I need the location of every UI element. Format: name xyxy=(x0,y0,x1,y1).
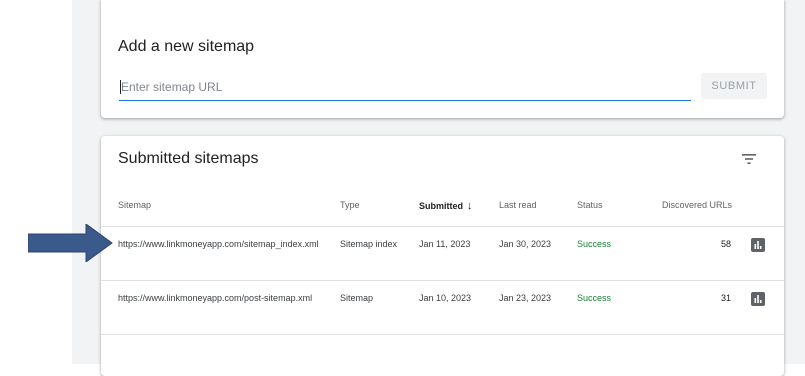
submitted-sitemaps-card: Submitted sitemaps Sitemap Type Submitte… xyxy=(101,136,784,376)
table-divider xyxy=(101,334,784,336)
discovered-urls-count: 58 xyxy=(720,239,731,249)
arrow-right-icon xyxy=(28,224,113,262)
column-header-type[interactable]: Type xyxy=(340,200,360,210)
column-header-status[interactable]: Status xyxy=(577,200,603,210)
column-header-last-read[interactable]: Last read xyxy=(499,200,537,210)
column-header-sitemap[interactable]: Sitemap xyxy=(118,200,151,210)
last-read-date: Jan 23, 2023 xyxy=(499,293,552,303)
status-text: Success xyxy=(577,239,612,249)
submitted-sitemaps-title: Submitted sitemaps xyxy=(118,150,259,167)
discovered-urls-count: 31 xyxy=(720,293,731,303)
column-header-submitted-label: Submitted xyxy=(419,201,463,211)
submitted-date: Jan 10, 2023 xyxy=(419,293,472,303)
filter-icon[interactable] xyxy=(741,152,757,166)
sitemap-url-input[interactable] xyxy=(119,76,691,101)
bar-chart-icon[interactable] xyxy=(751,292,765,306)
submitted-date: Jan 11, 2023 xyxy=(419,239,471,249)
arrow-down-icon: ↓ xyxy=(467,200,473,212)
table-row[interactable]: https://www.linkmoneyapp.com/post-sitema… xyxy=(101,280,784,335)
last-read-date: Jan 30, 2023 xyxy=(499,239,552,249)
bar-chart-icon[interactable] xyxy=(751,238,765,252)
table-row[interactable]: https://www.linkmoneyapp.com/sitemap_ind… xyxy=(101,226,784,281)
sitemap-url: https://www.linkmoneyapp.com/sitemap_ind… xyxy=(118,239,319,249)
add-sitemap-title: Add a new sitemap xyxy=(118,38,255,55)
add-sitemap-card: Add a new sitemap SUBMIT xyxy=(101,0,784,118)
column-header-discovered-urls[interactable]: Discovered URLs xyxy=(662,200,732,210)
column-header-submitted[interactable]: Submitted ↓ xyxy=(419,200,473,212)
sitemap-url: https://www.linkmoneyapp.com/post-sitema… xyxy=(118,293,313,303)
text-caret xyxy=(120,80,121,94)
sitemap-type: Sitemap xyxy=(340,293,374,303)
submit-button[interactable]: SUBMIT xyxy=(701,73,767,99)
sitemap-type: Sitemap index xyxy=(340,239,398,249)
status-text: Success xyxy=(577,293,612,303)
